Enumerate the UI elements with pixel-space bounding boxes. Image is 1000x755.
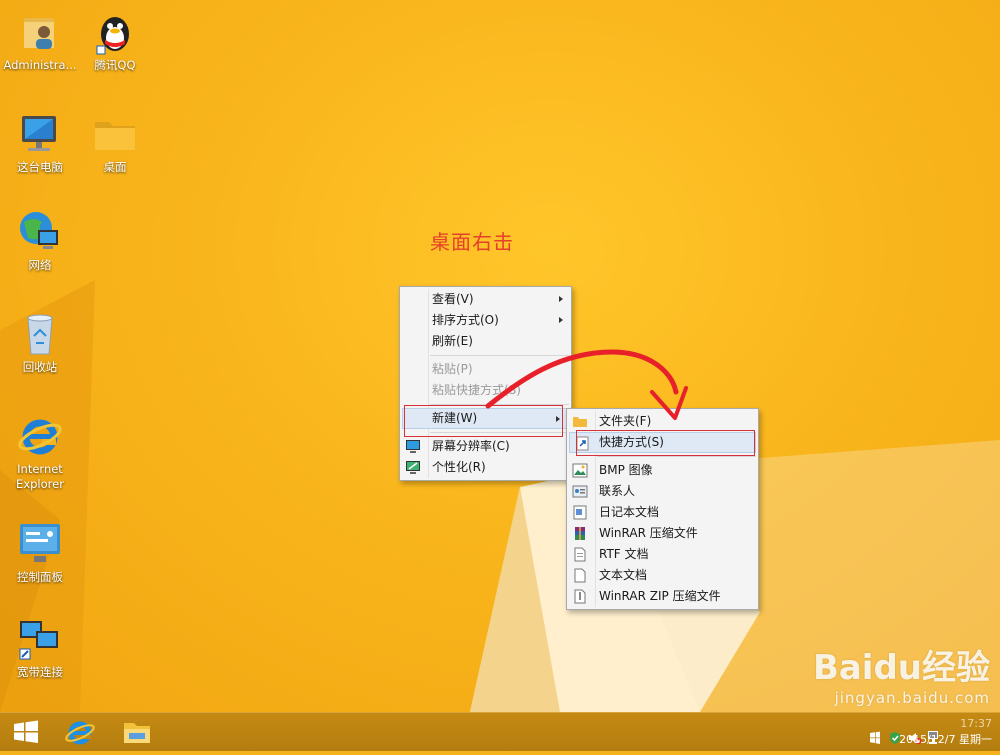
- clock-time: 17:37: [960, 717, 992, 730]
- annotation-arrow: [485, 349, 688, 420]
- clock-date: 2015/12/7 星期一: [899, 733, 992, 746]
- start-button[interactable]: [0, 713, 52, 751]
- taskbar-file-explorer[interactable]: [110, 713, 162, 751]
- taskbar-internet-explorer[interactable]: [54, 713, 106, 751]
- watermark-url: jingyan.baidu.com: [834, 689, 990, 707]
- taskbar: 17:37 2015/12/7 星期一: [0, 712, 1000, 751]
- taskbar-clock[interactable]: 17:37 2015/12/7 星期一: [872, 716, 992, 748]
- watermark: Baidu经验 jingyan.baidu.com: [813, 640, 990, 707]
- watermark-brand: Baidu经验: [812, 648, 990, 688]
- system-tray: 17:37 2015/12/7 星期一: [780, 713, 1000, 751]
- windows-logo-icon: [14, 720, 38, 743]
- desktop[interactable]: Administra... 腾讯QQ 这台电脑 桌面 网络 回收站 Intern…: [0, 0, 1000, 712]
- file-explorer-icon: [124, 723, 150, 743]
- internet-explorer-icon: [65, 721, 95, 745]
